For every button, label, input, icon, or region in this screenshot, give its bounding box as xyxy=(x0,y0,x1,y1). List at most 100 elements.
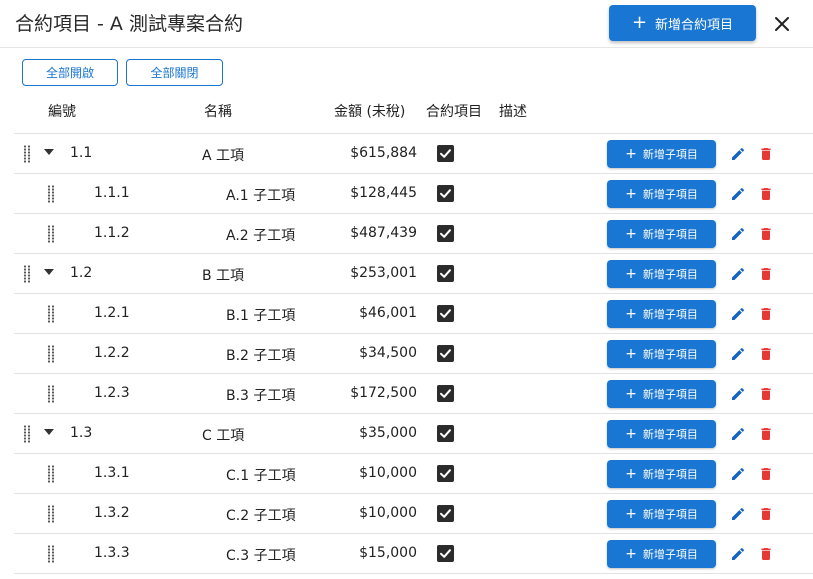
edit-button[interactable] xyxy=(729,505,747,523)
drag-handle-icon[interactable] xyxy=(47,465,55,483)
add-child-item-label: 新增子項目 xyxy=(642,388,698,401)
contract-item-checkbox[interactable] xyxy=(437,505,454,522)
trash-icon xyxy=(761,308,771,320)
plus-icon: + xyxy=(625,146,637,162)
caret-down-icon[interactable] xyxy=(44,429,54,435)
edit-button[interactable] xyxy=(729,385,747,403)
drag-handle-icon[interactable] xyxy=(47,185,55,203)
check-icon xyxy=(440,309,451,318)
check-icon xyxy=(440,549,451,558)
pencil-icon xyxy=(732,387,745,400)
close-button[interactable] xyxy=(768,10,796,38)
edit-button[interactable] xyxy=(729,345,747,363)
caret-down-icon[interactable] xyxy=(44,149,54,155)
cell-name: C.1 子工項 xyxy=(226,468,296,484)
trash-icon xyxy=(761,428,771,440)
cell-amount: $10,000 xyxy=(359,465,417,481)
delete-button[interactable] xyxy=(757,305,775,323)
add-child-item-button[interactable]: + 新增子項目 xyxy=(607,420,716,448)
dialog-title: 合約項目 - A 測試專案合約 xyxy=(15,13,243,35)
add-child-item-button[interactable]: + 新增子項目 xyxy=(607,180,716,208)
contract-item-checkbox[interactable] xyxy=(437,385,454,402)
add-child-item-label: 新增子項目 xyxy=(642,268,698,281)
check-icon xyxy=(440,349,451,358)
add-child-item-button[interactable]: + 新增子項目 xyxy=(607,260,716,288)
column-header-contract-item: 合約項目 xyxy=(426,104,482,120)
delete-button[interactable] xyxy=(757,505,775,523)
caret-down-icon[interactable] xyxy=(44,269,54,275)
drag-handle-icon[interactable] xyxy=(47,505,55,523)
drag-handle-icon[interactable] xyxy=(47,385,55,403)
pencil-icon xyxy=(732,507,745,520)
contract-item-checkbox[interactable] xyxy=(437,345,454,362)
edit-button[interactable] xyxy=(729,185,747,203)
cell-code: 1.2.3 xyxy=(94,385,130,401)
contract-item-checkbox[interactable] xyxy=(437,185,454,202)
contract-item-checkbox[interactable] xyxy=(437,145,454,162)
table-row: 1.1.1 A.1 子工項 $128,445 + 新增子項目 xyxy=(14,174,813,214)
delete-button[interactable] xyxy=(757,385,775,403)
cell-code: 1.3 xyxy=(70,425,93,441)
delete-button[interactable] xyxy=(757,185,775,203)
contract-item-checkbox[interactable] xyxy=(437,545,454,562)
pencil-icon xyxy=(732,187,745,200)
add-child-item-label: 新增子項目 xyxy=(642,188,698,201)
cell-name: B.2 子工項 xyxy=(226,348,296,364)
cell-code: 1.2.1 xyxy=(94,305,130,321)
delete-button[interactable] xyxy=(757,145,775,163)
expand-all-button[interactable]: 全部開啟 xyxy=(22,59,118,86)
add-child-item-button[interactable]: + 新增子項目 xyxy=(607,220,716,248)
drag-handle-icon[interactable] xyxy=(23,425,31,443)
drag-handle-icon[interactable] xyxy=(47,345,55,363)
add-contract-item-button[interactable]: + 新增合約項目 xyxy=(609,5,756,41)
plus-icon: + xyxy=(625,546,637,562)
add-child-item-label: 新增子項目 xyxy=(642,508,698,521)
edit-button[interactable] xyxy=(729,225,747,243)
check-icon xyxy=(440,269,451,278)
drag-handle-icon[interactable] xyxy=(23,145,31,163)
contract-item-checkbox[interactable] xyxy=(437,225,454,242)
edit-button[interactable] xyxy=(729,265,747,283)
delete-button[interactable] xyxy=(757,425,775,443)
add-child-item-button[interactable]: + 新增子項目 xyxy=(607,460,716,488)
check-icon xyxy=(440,429,451,438)
contract-item-checkbox[interactable] xyxy=(437,425,454,442)
table-row: 1.3.1 C.1 子工項 $10,000 + 新增子項目 xyxy=(14,454,813,494)
drag-handle-icon[interactable] xyxy=(47,545,55,563)
add-child-item-button[interactable]: + 新增子項目 xyxy=(607,340,716,368)
delete-button[interactable] xyxy=(757,345,775,363)
add-child-item-button[interactable]: + 新增子項目 xyxy=(607,300,716,328)
add-child-item-label: 新增子項目 xyxy=(642,468,698,481)
drag-handle-icon[interactable] xyxy=(47,305,55,323)
plus-icon: + xyxy=(625,226,637,242)
trash-icon xyxy=(761,508,771,520)
delete-button[interactable] xyxy=(757,265,775,283)
check-icon xyxy=(440,469,451,478)
collapse-all-button[interactable]: 全部關閉 xyxy=(126,59,223,86)
cell-code: 1.1.1 xyxy=(94,185,130,201)
contract-item-checkbox[interactable] xyxy=(437,305,454,322)
add-child-item-button[interactable]: + 新增子項目 xyxy=(607,540,716,568)
drag-handle-icon[interactable] xyxy=(23,265,31,283)
edit-button[interactable] xyxy=(729,425,747,443)
delete-button[interactable] xyxy=(757,545,775,563)
drag-handle-icon[interactable] xyxy=(47,225,55,243)
contract-items-dialog: 合約項目 - A 測試專案合約 + 新增合約項目 全部開啟 全部關閉 編號 名稱… xyxy=(0,0,813,579)
add-child-item-label: 新增子項目 xyxy=(642,228,698,241)
cell-code: 1.1.2 xyxy=(94,225,130,241)
add-child-item-button[interactable]: + 新增子項目 xyxy=(607,380,716,408)
edit-button[interactable] xyxy=(729,305,747,323)
column-header-amount: 金額 (未稅) xyxy=(334,104,406,120)
column-header-code: 編號 xyxy=(48,104,76,120)
add-child-item-button[interactable]: + 新增子項目 xyxy=(607,140,716,168)
add-child-item-button[interactable]: + 新增子項目 xyxy=(607,500,716,528)
edit-button[interactable] xyxy=(729,145,747,163)
contract-item-checkbox[interactable] xyxy=(437,265,454,282)
cell-name: B.1 子工項 xyxy=(226,308,296,324)
contract-item-checkbox[interactable] xyxy=(437,465,454,482)
delete-button[interactable] xyxy=(757,225,775,243)
edit-button[interactable] xyxy=(729,545,747,563)
trash-icon xyxy=(761,148,771,160)
delete-button[interactable] xyxy=(757,465,775,483)
edit-button[interactable] xyxy=(729,465,747,483)
